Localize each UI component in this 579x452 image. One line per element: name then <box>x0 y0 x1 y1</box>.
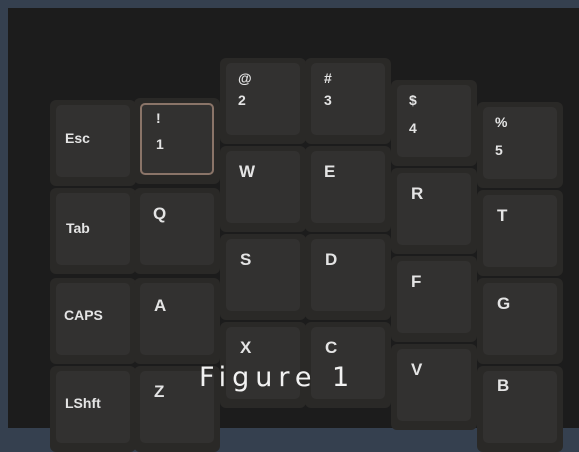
key-3-shift-label: # <box>324 70 332 86</box>
key-s-label: S <box>240 250 252 269</box>
key-d[interactable]: D <box>305 234 391 320</box>
key-cap <box>483 195 557 267</box>
key-a[interactable]: A <box>134 278 220 364</box>
key-2-shift-label: @ <box>238 70 252 86</box>
key-cap <box>397 173 471 245</box>
figure-caption: Figure 1 <box>199 362 356 393</box>
key-4[interactable]: $ 4 <box>391 80 477 166</box>
key-cap <box>483 371 557 443</box>
key-4-shift-label: $ <box>409 92 417 108</box>
key-tab[interactable]: Tab <box>50 188 136 274</box>
key-cap <box>311 63 385 135</box>
key-2[interactable]: @ 2 <box>220 58 306 144</box>
key-lshift[interactable]: LShft <box>50 366 136 452</box>
key-cap <box>140 193 214 265</box>
key-g[interactable]: G <box>477 278 563 364</box>
key-esc-label: Esc <box>65 130 90 146</box>
key-q[interactable]: Q <box>134 188 220 274</box>
key-w[interactable]: W <box>220 146 306 232</box>
key-a-label: A <box>154 296 167 315</box>
key-g-label: G <box>497 294 511 313</box>
key-4-main-label: 4 <box>409 120 417 136</box>
key-cap <box>397 261 471 333</box>
key-cap <box>483 283 557 355</box>
key-cap <box>226 151 300 223</box>
key-r-label: R <box>411 184 424 203</box>
key-1-shift-label: ! <box>156 110 161 126</box>
key-caps[interactable]: CAPS <box>50 278 136 364</box>
key-5-shift-label: % <box>495 114 508 130</box>
key-c-label: C <box>325 338 338 357</box>
key-t-label: T <box>497 206 508 225</box>
key-cap <box>140 103 214 175</box>
key-q-label: Q <box>153 204 167 223</box>
key-lshift-label: LShft <box>65 395 101 411</box>
key-cap <box>226 239 300 311</box>
key-1[interactable]: ! 1 <box>134 98 220 184</box>
key-b[interactable]: B <box>477 366 563 452</box>
key-cap <box>397 349 471 421</box>
key-b-label: B <box>497 376 510 395</box>
key-s[interactable]: S <box>220 234 306 320</box>
key-1-main-label: 1 <box>156 136 164 152</box>
key-5[interactable]: % 5 <box>477 102 563 188</box>
key-v[interactable]: V <box>391 344 477 430</box>
key-f[interactable]: F <box>391 256 477 342</box>
key-r[interactable]: R <box>391 168 477 254</box>
key-3[interactable]: # 3 <box>305 58 391 144</box>
key-d-label: D <box>325 250 338 269</box>
key-5-main-label: 5 <box>495 142 503 158</box>
key-cap <box>311 239 385 311</box>
key-f-label: F <box>411 272 422 291</box>
key-cap <box>311 151 385 223</box>
key-t[interactable]: T <box>477 190 563 276</box>
key-3-main-label: 3 <box>324 92 332 108</box>
key-w-label: W <box>239 162 256 181</box>
key-2-main-label: 2 <box>238 92 246 108</box>
key-tab-label: Tab <box>66 220 90 236</box>
key-v-label: V <box>411 360 423 379</box>
key-esc[interactable]: Esc <box>50 100 136 186</box>
key-z-label: Z <box>154 382 165 401</box>
key-e[interactable]: E <box>305 146 391 232</box>
key-e-label: E <box>324 162 336 181</box>
key-caps-label: CAPS <box>64 307 103 323</box>
key-cap <box>140 283 214 355</box>
key-x-label: X <box>240 338 252 357</box>
